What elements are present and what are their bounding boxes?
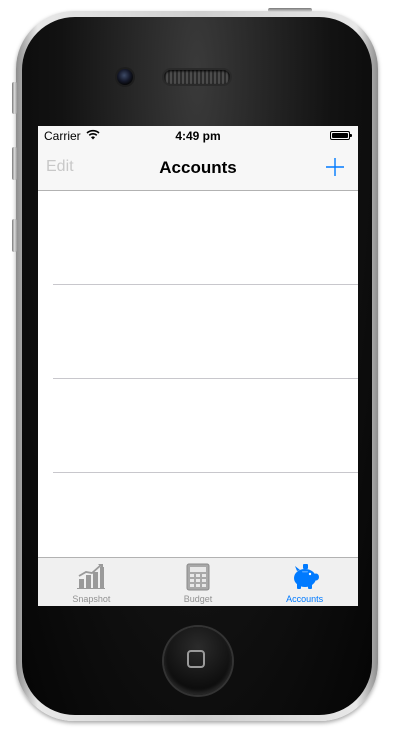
row-separator [53,472,358,473]
tab-label: Budget [183,594,213,604]
chart-icon [77,564,106,589]
navigation-bar: Edit Accounts [38,146,358,191]
battery-icon [330,131,352,140]
status-time: 4:49 pm [175,129,221,143]
calculator-icon [186,563,210,591]
tab-budget[interactable]: Budget [145,558,252,606]
app-screen: Carrier 4:49 pm Edit Accounts Snapshot B… [38,126,358,606]
tab-label: Snapshot [72,594,111,604]
table-row[interactable] [38,379,358,473]
tab-bar: Snapshot Budget Accounts [38,557,358,606]
tab-snapshot[interactable]: Snapshot [38,558,145,606]
home-square-icon [187,650,205,668]
home-button[interactable] [164,627,232,695]
volume-up-button [12,147,17,180]
accounts-table [38,191,358,556]
volume-down-button [12,219,17,252]
front-camera-icon [117,69,133,85]
earpiece-speaker [164,70,230,84]
table-row[interactable] [38,285,358,379]
add-account-button[interactable] [322,154,348,180]
plus-icon [326,158,344,176]
tab-label: Accounts [286,594,324,604]
status-bar: Carrier 4:49 pm [38,126,358,146]
mute-switch [12,82,17,114]
tab-accounts[interactable]: Accounts [251,558,358,606]
page-title: Accounts [159,158,237,177]
table-row[interactable] [38,191,358,285]
power-button [268,8,312,12]
piggy-bank-icon [293,564,319,589]
